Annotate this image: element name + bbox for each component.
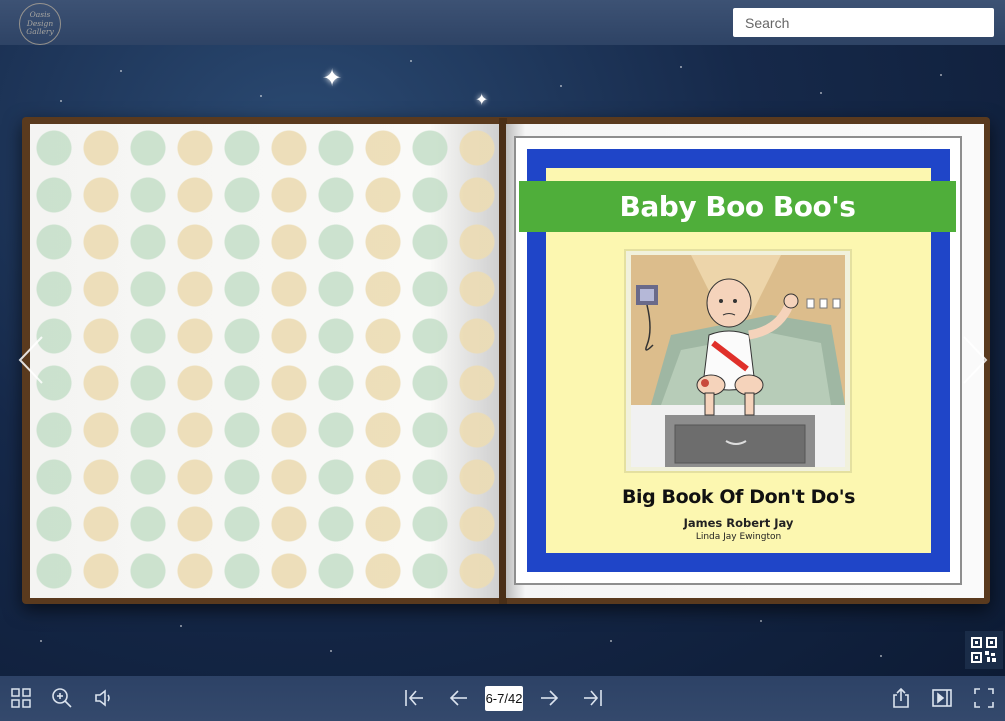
book-subtitle: Big Book Of Don't Do's <box>621 486 856 508</box>
sound-button[interactable] <box>92 686 116 710</box>
thumbnails-button[interactable] <box>9 686 33 710</box>
last-page-icon <box>584 690 602 706</box>
chevron-left-icon <box>18 336 43 384</box>
baby-on-exam-table-illustration <box>631 255 845 467</box>
cover-illustration <box>631 255 845 467</box>
zoom-in-button[interactable] <box>50 686 74 710</box>
logo-line: Gallery <box>26 27 54 37</box>
cover-title-band: Baby Boo Boo's <box>519 181 956 232</box>
next-page-arrow[interactable] <box>960 335 990 385</box>
chevron-right-icon <box>963 336 988 384</box>
prev-page-icon <box>449 690 467 706</box>
prev-page-button[interactable] <box>447 686 471 710</box>
next-page-button[interactable] <box>537 686 561 710</box>
bottom-toolbar <box>0 676 1005 721</box>
book-author: James Robert Jay <box>683 516 794 530</box>
share-icon <box>893 687 909 708</box>
zoom-in-icon <box>52 688 72 708</box>
prev-page-arrow[interactable] <box>16 335 46 385</box>
top-bar: Oasis Design Gallery <box>0 0 1005 45</box>
sparkle-star: ✦ <box>322 64 343 92</box>
autoplay-icon <box>932 689 952 707</box>
share-button[interactable] <box>889 686 913 710</box>
last-page-button[interactable] <box>581 686 605 710</box>
qr-code-button[interactable] <box>965 631 1003 669</box>
sparkle-star: ✦ <box>475 90 489 109</box>
first-page-icon <box>405 690 423 706</box>
first-page-button[interactable] <box>402 686 426 710</box>
book-title: Baby Boo Boo's <box>619 190 856 223</box>
thumbnails-icon <box>11 688 31 708</box>
fullscreen-button[interactable] <box>972 686 996 710</box>
brand-logo[interactable]: Oasis Design Gallery <box>19 3 61 45</box>
fullscreen-icon <box>974 688 994 708</box>
sound-icon <box>95 689 110 707</box>
search-input[interactable] <box>733 8 994 37</box>
left-page[interactable] <box>30 124 500 598</box>
qr-code-icon <box>971 637 997 663</box>
autoplay-button[interactable] <box>930 686 954 710</box>
page-number-input[interactable] <box>485 686 523 711</box>
book-illustrator: Linda Jay Ewington <box>695 532 782 542</box>
polka-dot-pattern <box>30 124 500 598</box>
next-page-icon <box>541 690 559 706</box>
